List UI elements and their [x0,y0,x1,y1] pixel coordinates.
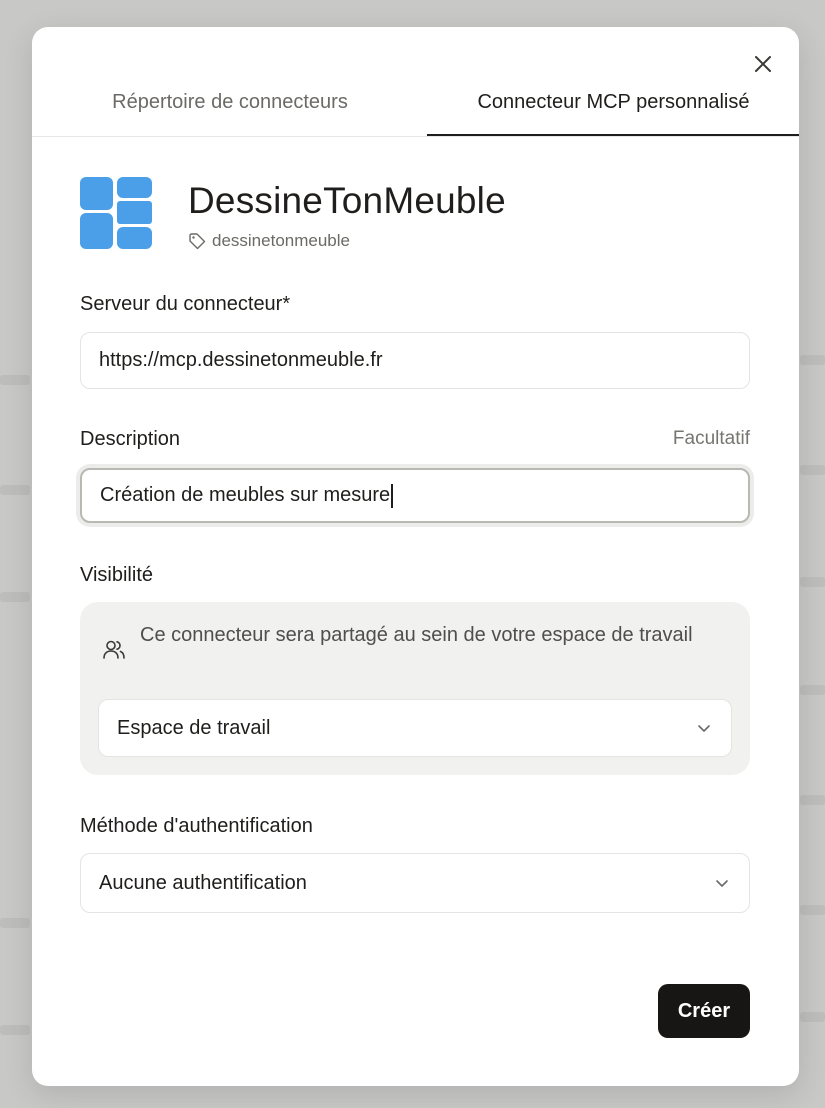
visibility-panel: Ce connecteur sera partagé au sein de vo… [80,602,750,775]
background-hint [800,795,825,805]
tag-icon [189,233,206,250]
description-input[interactable]: Création de meubles sur mesure [80,468,750,523]
background-hint [800,577,825,587]
description-value: Création de meubles sur mesure [100,484,391,506]
connector-name: DessineTonMeuble [188,180,506,221]
connector-tag-label: dessinetonmeuble [212,231,350,250]
tab-connector-directory[interactable]: Répertoire de connecteurs [52,72,408,132]
server-url-input[interactable]: https://mcp.dessinetonmeuble.fr [80,332,750,389]
background-hint [0,375,30,385]
background-hint [0,485,30,495]
optional-label: Facultatif [672,428,750,449]
visibility-label: Visibilité [80,564,153,586]
description-label: Description [80,428,181,450]
background-hint [800,465,825,475]
tab-bar: Répertoire de connecteurs Connecteur MCP… [32,77,799,137]
visibility-info: Ce connecteur sera partagé au sein de vo… [140,624,693,646]
create-button[interactable]: Créer [658,984,750,1038]
background-hint [800,905,825,915]
connector-tag: dessinetonmeuble [188,230,350,252]
background-hint [800,1012,825,1022]
connector-dialog: Répertoire de connecteurs Connecteur MCP… [32,27,799,1086]
background-hint [800,685,825,695]
tab-custom-mcp-connector[interactable]: Connecteur MCP personnalisé [428,72,799,132]
text-cursor [391,483,394,508]
background-hint [800,355,825,365]
auth-label: Méthode d'authentification [80,815,313,837]
server-url-value: https://mcp.dessinetonmeuble.fr [99,349,383,371]
server-label: Serveur du connecteur* [80,293,291,315]
connector-logo [80,177,152,249]
users-icon [102,638,126,662]
visibility-selected: Espace de travail [117,716,271,739]
chevron-down-icon [698,725,710,732]
background-hint [0,918,30,928]
active-tab-indicator [427,134,799,136]
auth-method-select[interactable]: Aucune authentification [80,853,750,913]
visibility-select[interactable]: Espace de travail [98,699,732,757]
background-hint [0,592,30,602]
background-hint [0,1025,30,1035]
auth-selected: Aucune authentification [99,871,307,894]
chevron-down-icon [716,880,728,887]
